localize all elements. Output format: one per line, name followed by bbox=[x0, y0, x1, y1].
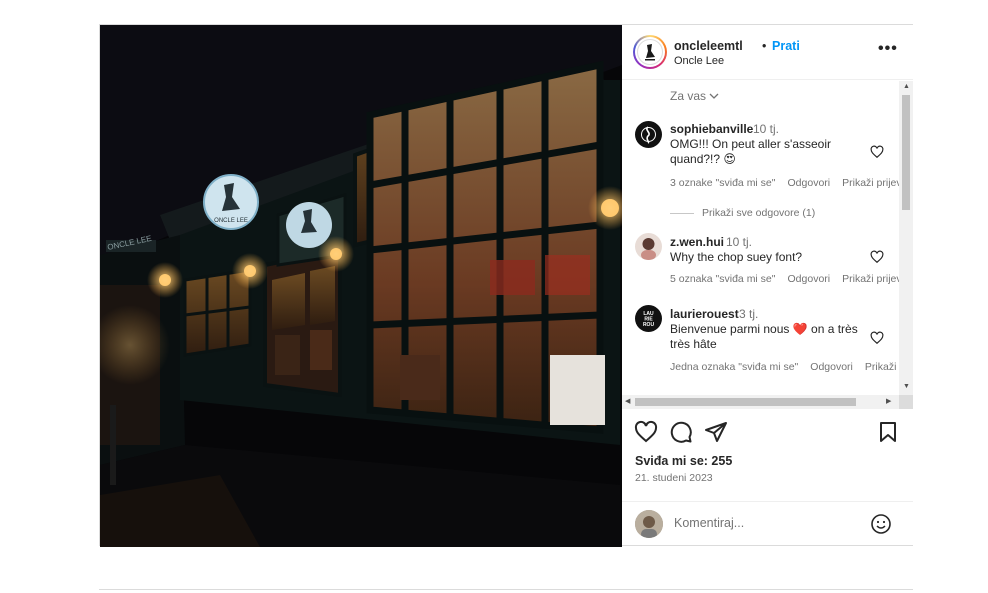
reply-button[interactable]: Odgovori bbox=[788, 273, 831, 285]
comment-bubble-icon[interactable] bbox=[669, 420, 693, 444]
comment-username[interactable]: sophiebanville bbox=[670, 122, 753, 136]
comment-time[interactable]: 3 tj. bbox=[739, 307, 758, 321]
separator-dot: • bbox=[762, 39, 767, 53]
horizontal-scroll-thumb[interactable] bbox=[635, 398, 856, 406]
svg-text:ROU: ROU bbox=[643, 322, 655, 328]
post-header: oncleleemtl • Prati Oncle Lee ••• bbox=[622, 25, 913, 80]
replies-line bbox=[670, 212, 694, 214]
reply-button[interactable]: Odgovori bbox=[810, 361, 853, 373]
post-username[interactable]: oncleleemtl bbox=[674, 39, 743, 53]
comment-text: OMG!!! On peut aller s'asseoir bbox=[670, 137, 832, 151]
comment-time[interactable]: 10 tj. bbox=[753, 122, 779, 136]
comment-likes-count[interactable]: 3 oznake "sviđa mi se" bbox=[670, 177, 776, 189]
like-heart-icon[interactable] bbox=[634, 420, 658, 444]
restaurant-night-photo: ONCLE LEE ONCLE LEE bbox=[100, 25, 622, 547]
vertical-scroll-thumb[interactable] bbox=[902, 95, 910, 210]
comment-text-line2: très hâte bbox=[670, 337, 717, 351]
commenter-avatar[interactable]: LAU RIE ROU bbox=[635, 305, 662, 332]
scroll-down-arrow-icon[interactable]: ▼ bbox=[903, 383, 910, 390]
like-comment-heart-icon[interactable] bbox=[870, 250, 884, 264]
comment-text: Why the chop suey font? bbox=[670, 250, 803, 264]
comment-username[interactable]: laurierouest bbox=[670, 307, 739, 321]
chevron-down-icon bbox=[709, 92, 719, 103]
story-avatar[interactable] bbox=[633, 35, 667, 69]
comment-likes-count[interactable]: 5 oznaka "sviđa mi se" bbox=[670, 273, 776, 285]
follow-button[interactable]: Prati bbox=[772, 39, 800, 53]
scroll-left-arrow-icon[interactable]: ◀ bbox=[625, 397, 630, 405]
comment-username[interactable]: z.wen.hui bbox=[670, 235, 724, 249]
post-actions: Sviđa mi se: 255 21. studeni 2023 bbox=[622, 411, 913, 501]
post-date[interactable]: 21. studeni 2023 bbox=[635, 472, 713, 484]
instagram-post: ONCLE LEE ONCLE LEE oncleleemtl • Prati … bbox=[99, 24, 913, 547]
horizontal-scrollbar[interactable]: ◀ ▶ bbox=[622, 395, 899, 409]
comment-input[interactable] bbox=[674, 513, 864, 533]
emoji-smiley-icon[interactable] bbox=[870, 513, 892, 535]
comment-likes-count[interactable]: Jedna oznaka "sviđa mi se" bbox=[670, 361, 798, 373]
like-comment-heart-icon[interactable] bbox=[870, 145, 884, 159]
commenter-avatar[interactable] bbox=[635, 233, 662, 260]
location-label[interactable]: Oncle Lee bbox=[674, 55, 724, 67]
more-options-icon[interactable]: ••• bbox=[878, 41, 898, 57]
comment-meta: 5 oznaka "sviđa mi se" Odgovori Prikaži pr… bbox=[670, 273, 913, 285]
add-comment-bar bbox=[622, 501, 913, 545]
share-send-icon[interactable] bbox=[704, 420, 728, 444]
scroll-right-arrow-icon[interactable]: ▶ bbox=[886, 397, 891, 405]
comment-text-line2: quand?!? 😍 bbox=[670, 152, 736, 166]
reply-button[interactable]: Odgovori bbox=[788, 177, 831, 189]
comment-sort-dropdown[interactable]: Za vas bbox=[670, 89, 719, 103]
comment-time[interactable]: 10 tj. bbox=[726, 235, 752, 249]
sign-text: ONCLE LEE bbox=[214, 218, 248, 224]
commenter-avatar[interactable] bbox=[635, 121, 662, 148]
like-comment-heart-icon[interactable] bbox=[870, 331, 884, 345]
oncle-lee-logo-icon bbox=[637, 39, 663, 65]
current-user-avatar[interactable] bbox=[635, 510, 663, 538]
scrollbar-corner bbox=[899, 395, 913, 409]
page-divider bbox=[99, 589, 913, 590]
likes-count[interactable]: Sviđa mi se: 255 bbox=[635, 454, 732, 468]
post-side-panel: oncleleemtl • Prati Oncle Lee ••• Za vas… bbox=[622, 25, 913, 545]
comment-meta: 3 oznake "sviđa mi se" Odgovori Prikaži pr… bbox=[670, 177, 913, 189]
view-replies-label: Prikaži sve odgovore (1) bbox=[702, 207, 816, 219]
comments-list[interactable]: Za vas sophiebanville 10 tj. OMG!!! On p… bbox=[622, 81, 913, 411]
post-photo[interactable]: ONCLE LEE ONCLE LEE bbox=[100, 25, 622, 547]
vertical-scrollbar[interactable]: ▲ ▼ bbox=[899, 81, 913, 395]
comment-sort-label: Za vas bbox=[670, 89, 707, 103]
view-replies-button[interactable]: Prikaži sve odgovore (1) bbox=[670, 207, 815, 219]
scroll-up-arrow-icon[interactable]: ▲ bbox=[903, 83, 910, 90]
comment-text: Bienvenue parmi nous ❤️ on a très bbox=[670, 322, 858, 336]
comment-meta: Jedna oznaka "sviđa mi se" Odgovori Prikaž… bbox=[670, 361, 913, 373]
save-bookmark-icon[interactable] bbox=[876, 420, 900, 444]
